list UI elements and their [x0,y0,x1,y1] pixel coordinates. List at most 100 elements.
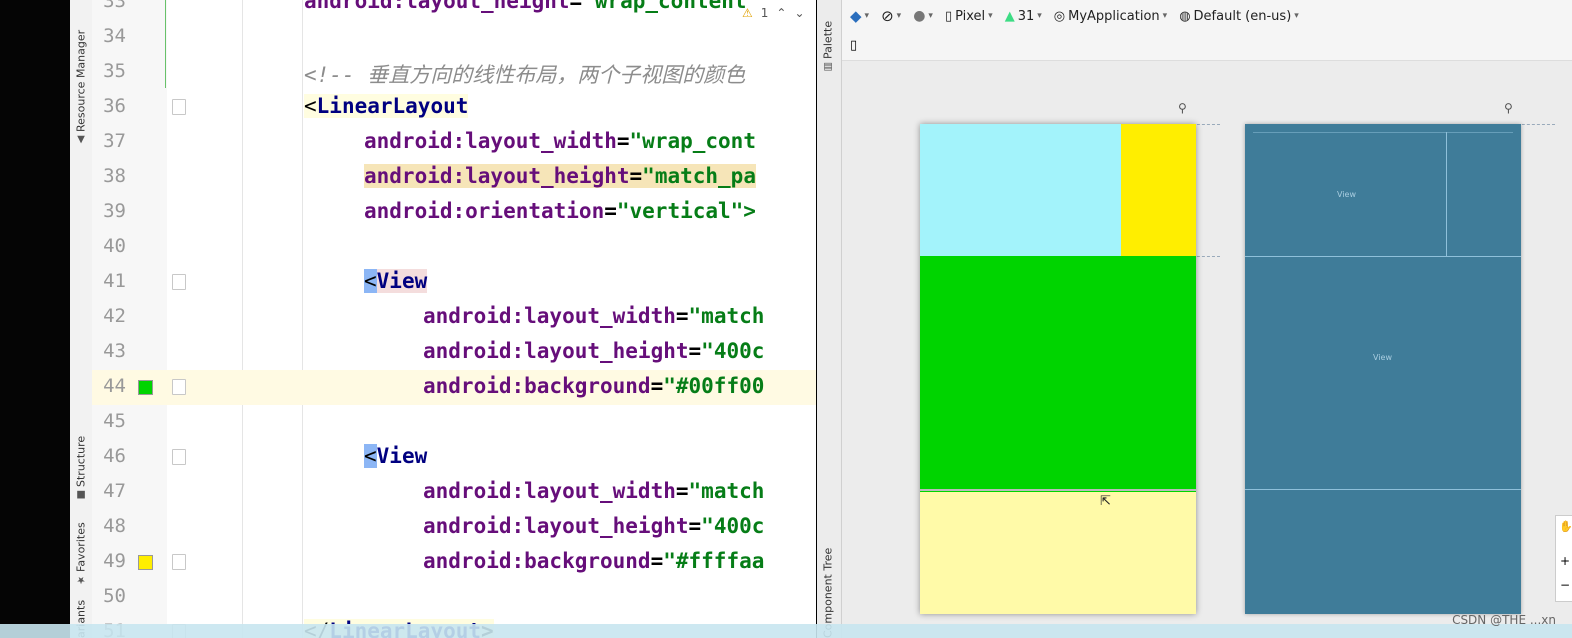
line-number: 43 [103,340,126,362]
pin-icon[interactable]: ⚲ [1504,101,1514,115]
design-surface-button[interactable]: ◆ ▾ [850,7,869,25]
fold-toggle-icon[interactable] [172,274,186,290]
phone-icon: ▯ [944,8,953,24]
structure-icon: ■ [75,489,87,500]
structure-tab[interactable]: ■ Structure [70,435,92,500]
code-line[interactable]: 35 <!-- 垂直方向的线性布局，两个子视图的颜色 [92,55,816,90]
chevron-down-icon: ▾ [896,11,902,21]
line-number: 39 [103,200,126,222]
view-boundary [920,489,1196,491]
orientation-button[interactable]: ⊘ ▾ [881,7,901,25]
line-number: 44 [103,375,126,397]
zoom-controls: ✋ + − [1555,515,1572,602]
device-selector[interactable]: ▯ Pixel ▾ [945,9,993,24]
design-canvas[interactable]: ⚲ ⚲ ⇱ View View [842,61,1572,638]
layers-icon: ◆ [850,7,862,25]
locale-selector[interactable]: ◍ Default (en-us) ▾ [1179,9,1299,24]
code-line[interactable]: 49 android:background="#ffffaa [92,545,816,580]
code-line[interactable]: 38 android:layout_height="match_pa [92,160,816,195]
cyan-view[interactable] [920,124,1121,256]
code-line[interactable]: 39 android:orientation="vertical"> [92,195,816,230]
line-number: 36 [103,95,126,117]
watermark: CSDN @THE ...xn [1452,613,1556,627]
line-number: 37 [103,130,126,152]
xml-code-editor[interactable]: ⚠ 1 ⌃ ⌄ 33 android:layout_height="wrap_co… [92,0,816,638]
blueprint-divider [1253,132,1513,133]
fold-toggle-icon[interactable] [172,554,186,570]
code-text: android:layout_height="match_pa [364,164,756,188]
green-view[interactable] [920,256,1196,492]
resource-manager-tab[interactable]: ▲ Resource Manager [70,30,92,145]
code-line[interactable]: 36 <LinearLayout [92,90,816,125]
design-preview[interactable]: ⇱ [920,124,1196,614]
night-mode-icon: ● [913,8,926,24]
rotate-icon: ⊘ [881,7,894,25]
favorites-tab[interactable]: ★ Favorites [70,520,92,585]
code-line[interactable]: 34 [92,20,816,55]
code-text: <View [364,444,428,468]
theme-selector[interactable]: ◎ MyApplication ▾ [1054,9,1167,24]
blueprint-preview[interactable]: View View [1245,124,1521,614]
line-number: 49 [103,550,126,572]
color-swatch-icon[interactable] [138,380,153,395]
line-number: 47 [103,480,126,502]
resource-manager-icon: ▲ [75,134,87,145]
line-number: 38 [103,165,126,187]
chevron-down-icon: ▾ [1162,11,1168,21]
code-text: android:layout_width="match [423,304,765,328]
fold-toggle-icon[interactable] [172,449,186,465]
android-icon: ▲ [1004,8,1015,24]
code-text: android:layout_width="match [423,479,765,503]
palette-icon: ▤ [822,61,834,72]
design-toolbar: ◆ ▾ ⊘ ▾ ● ▾ ▯ Pixel ▾ ▲ 31 ▾ ◎ MyApplica… [842,0,1572,32]
code-text: android:layout_height="wrap_content" [304,0,760,13]
code-text: android:layout_width="wrap_cont [364,129,756,153]
line-number: 45 [103,410,126,432]
blueprint-divider [1446,132,1447,256]
blueprint-divider [1245,489,1521,490]
video-overlay-strip [0,624,1572,638]
code-line[interactable]: 45 [92,405,816,440]
star-icon: ★ [75,574,87,585]
code-line[interactable]: 43 android:layout_height="400c [92,335,816,370]
code-line[interactable]: 41 <View [92,265,816,300]
code-text: <View [364,269,428,293]
line-number: 48 [103,515,126,537]
blueprint-divider [1245,256,1521,257]
palette-tab[interactable]: ▤ Palette [817,12,839,72]
blueprint-view-label: View [1373,353,1392,362]
select-device-icon[interactable]: ▯ [850,38,857,53]
layout-design-panel: ▤ Palette Component Tree ◆ ▾ ⊘ ▾ ● ▾ ▯ P… [817,0,1572,638]
code-text: android:orientation="vertical"> [364,199,756,223]
design-toolbar-secondary: ▯ [842,32,1572,61]
code-line[interactable]: 46 <View [92,440,816,475]
code-line[interactable]: 40 [92,230,816,265]
code-line[interactable]: 44 android:background="#00ff00 [92,370,816,405]
code-line[interactable]: 37 android:layout_width="wrap_cont [92,125,816,160]
api-level-selector[interactable]: ▲ 31 ▾ [1005,9,1042,24]
pin-icon[interactable]: ⚲ [1178,101,1188,115]
pan-icon[interactable]: ✋ [1559,520,1572,533]
line-number: 41 [103,270,126,292]
code-line[interactable]: 47 android:layout_width="match [92,475,816,510]
code-line[interactable]: 50 [92,580,816,615]
theme-icon: ◎ [1053,8,1066,24]
screen-left-margin [0,0,70,638]
code-line[interactable]: 48 android:layout_height="400c [92,510,816,545]
yellow-view[interactable] [1121,124,1196,256]
line-number: 42 [103,305,126,327]
line-number: 35 [103,60,126,82]
night-mode-button[interactable]: ● ▾ [913,8,933,24]
line-number: 34 [103,25,126,47]
fold-toggle-icon[interactable] [172,99,186,115]
design-side-strip: ▤ Palette Component Tree [817,0,842,638]
code-line[interactable]: 42 android:layout_width="match [92,300,816,335]
zoom-out-icon[interactable]: − [1560,578,1570,592]
code-text: android:layout_height="400c [423,339,765,363]
chevron-down-icon: ▾ [928,11,933,21]
code-line[interactable]: 33 android:layout_height="wrap_content" [92,0,816,20]
fold-toggle-icon[interactable] [172,379,186,395]
color-swatch-icon[interactable] [138,555,153,570]
zoom-in-icon[interactable]: + [1560,554,1570,568]
light-yellow-view[interactable] [920,492,1196,614]
